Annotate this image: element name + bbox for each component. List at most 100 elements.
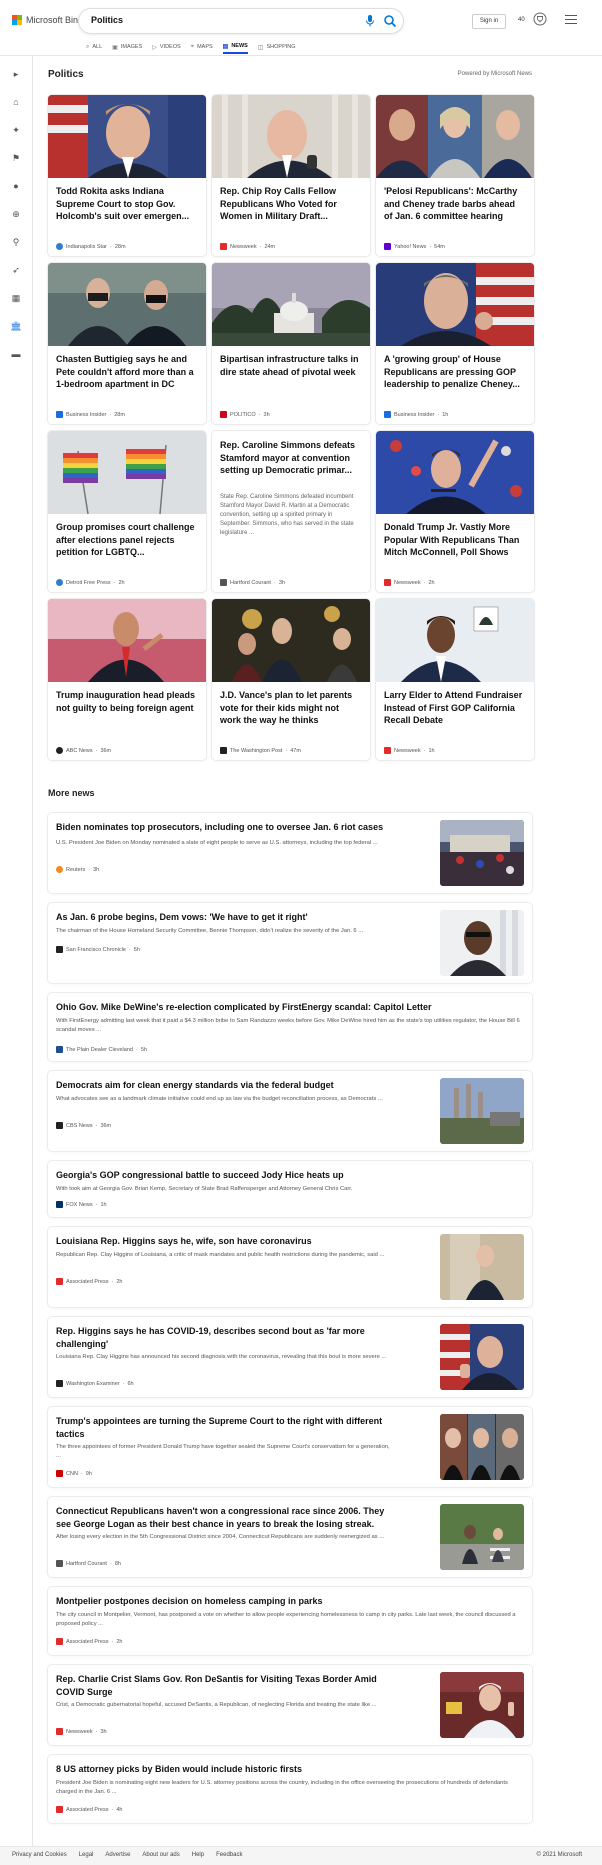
source-name[interactable]: San Francisco Chronicle <box>66 947 126 953</box>
news-list-item[interactable]: Connecticut Republicans haven't won a co… <box>48 1497 532 1577</box>
news-list-title[interactable]: Ohio Gov. Mike DeWine's re-election comp… <box>56 1001 522 1014</box>
news-list-title[interactable]: Biden nominates top prosecutors, includi… <box>56 821 396 834</box>
search-icon[interactable] <box>382 13 398 29</box>
money-icon[interactable]: ▬ <box>10 348 22 360</box>
news-card[interactable]: Bipartisan infrastructure talks in dire … <box>212 263 370 424</box>
footer-link-help[interactable]: Help <box>192 1852 204 1858</box>
news-card-title[interactable]: Group promises court challenge after ele… <box>56 521 198 559</box>
source-name[interactable]: Detroit Free Press <box>66 580 111 586</box>
source-name[interactable]: Associated Press <box>66 1639 109 1645</box>
rewards-points[interactable]: 40 <box>518 17 525 23</box>
news-card-title[interactable]: 'Pelosi Republicans': McCarthy and Chene… <box>384 185 526 223</box>
news-card[interactable]: Group promises court challenge after ele… <box>48 431 206 592</box>
news-list-title[interactable]: Louisiana Rep. Higgins says he, wife, so… <box>56 1235 396 1248</box>
source-name[interactable]: Newsweek <box>394 580 421 586</box>
news-card-title[interactable]: Bipartisan infrastructure talks in dire … <box>220 353 362 378</box>
globe-icon[interactable]: ⊕ <box>10 208 22 220</box>
news-card-title[interactable]: Trump inauguration head pleads not guilt… <box>56 689 198 714</box>
news-card-title[interactable]: Todd Rokita asks Indiana Supreme Court t… <box>56 185 198 223</box>
microphone-icon[interactable] <box>364 14 376 28</box>
news-list-title[interactable]: As Jan. 6 probe begins, Dem vows: 'We ha… <box>56 911 396 924</box>
hamburger-menu-icon[interactable] <box>565 15 577 25</box>
news-card[interactable]: Rep. Caroline Simmons defeats Stamford m… <box>212 431 370 592</box>
footer-link-privacy[interactable]: Privacy and Cookies <box>12 1852 67 1858</box>
news-card-title[interactable]: Rep. Chip Roy Calls Fellow Republicans W… <box>220 185 362 223</box>
source-name[interactable]: The Plain Dealer Cleveland <box>66 1047 133 1053</box>
news-list-title[interactable]: Trump's appointees are turning the Supre… <box>56 1415 396 1440</box>
news-card-title[interactable]: Chasten Buttigieg says he and Pete could… <box>56 353 198 391</box>
news-card[interactable]: Todd Rokita asks Indiana Supreme Court t… <box>48 95 206 256</box>
news-list-item[interactable]: Trump's appointees are turning the Supre… <box>48 1407 532 1487</box>
satellite-icon[interactable]: ✦ <box>10 124 22 136</box>
tab-maps[interactable]: ⌖ MAPS <box>191 40 213 54</box>
politics-icon[interactable]: 🏛 <box>10 320 22 332</box>
rocket-icon[interactable]: ➶ <box>10 264 22 276</box>
footer-link-legal[interactable]: Legal <box>79 1852 94 1858</box>
news-card-title[interactable]: Rep. Caroline Simmons defeats Stamford m… <box>220 439 362 477</box>
news-list-item[interactable]: Louisiana Rep. Higgins says he, wife, so… <box>48 1227 532 1307</box>
news-list-item[interactable]: Georgia's GOP congressional battle to su… <box>48 1161 532 1217</box>
footer-link-about-ads[interactable]: About our ads <box>142 1852 179 1858</box>
tab-images[interactable]: ▣ IMAGES <box>112 40 142 54</box>
source-name[interactable]: ABC News <box>66 748 93 754</box>
bing-logo[interactable]: Microsoft Bing <box>12 15 83 25</box>
microscope-icon[interactable]: ⚲ <box>10 236 22 248</box>
news-list-item[interactable]: As Jan. 6 probe begins, Dem vows: 'We ha… <box>48 903 532 983</box>
news-list-item[interactable]: Rep. Charlie Crist Slams Gov. Ron DeSant… <box>48 1665 532 1745</box>
news-list-title[interactable]: Rep. Charlie Crist Slams Gov. Ron DeSant… <box>56 1673 396 1698</box>
tab-videos[interactable]: ▷ VIDEOS <box>152 40 180 54</box>
source-name[interactable]: The Washington Post <box>230 748 282 754</box>
news-card[interactable]: J.D. Vance's plan to let parents vote fo… <box>212 599 370 760</box>
news-list-title[interactable]: 8 US attorney picks by Biden would inclu… <box>56 1763 522 1776</box>
source-name[interactable]: CNN <box>66 1471 78 1477</box>
news-card[interactable]: Larry Elder to Attend Fundraiser Instead… <box>376 599 534 760</box>
tab-news[interactable]: ▤ NEWS <box>222 40 248 54</box>
film-icon[interactable]: ▦ <box>10 292 22 304</box>
source-name[interactable]: Business Insider <box>66 412 106 418</box>
news-card[interactable]: Donald Trump Jr. Vastly More Popular Wit… <box>376 431 534 592</box>
news-card-title[interactable]: J.D. Vance's plan to let parents vote fo… <box>220 689 362 727</box>
map-pin-icon[interactable]: ● <box>10 180 22 192</box>
news-list-item[interactable]: Rep. Higgins says he has COVID-19, descr… <box>48 1317 532 1397</box>
source-name[interactable]: Associated Press <box>66 1279 109 1285</box>
news-card[interactable]: 'Pelosi Republicans': McCarthy and Chene… <box>376 95 534 256</box>
source-name[interactable]: Hartford Courant <box>66 1561 107 1567</box>
news-card-title[interactable]: Larry Elder to Attend Fundraiser Instead… <box>384 689 526 727</box>
news-card-title[interactable]: Donald Trump Jr. Vastly More Popular Wit… <box>384 521 526 559</box>
source-name[interactable]: Newsweek <box>394 748 421 754</box>
news-list-item[interactable]: 8 US attorney picks by Biden would inclu… <box>48 1755 532 1823</box>
news-card[interactable]: Rep. Chip Roy Calls Fellow Republicans W… <box>212 95 370 256</box>
flag-icon[interactable]: ⚑ <box>10 152 22 164</box>
source-name[interactable]: Newsweek <box>66 1729 93 1735</box>
tab-all[interactable]: ⌕ ALL <box>86 40 102 54</box>
source-name[interactable]: Reuters <box>66 867 85 873</box>
source-name[interactable]: Indianapolis Star <box>66 244 107 250</box>
source-name[interactable]: Hartford Courant <box>230 580 271 586</box>
news-list-item[interactable]: Montpelier postpones decision on homeles… <box>48 1587 532 1655</box>
news-list-item[interactable]: Ohio Gov. Mike DeWine's re-election comp… <box>48 993 532 1061</box>
search-input[interactable]: Politics <box>79 9 403 33</box>
news-list-title[interactable]: Rep. Higgins says he has COVID-19, descr… <box>56 1325 396 1350</box>
news-card[interactable]: Trump inauguration head pleads not guilt… <box>48 599 206 760</box>
search-query-text[interactable]: Politics <box>91 15 123 25</box>
news-list-item[interactable]: Biden nominates top prosecutors, includi… <box>48 813 532 893</box>
rewards-trophy-icon[interactable] <box>533 12 547 26</box>
source-name[interactable]: Yahoo! News <box>394 244 426 250</box>
home-icon[interactable]: ⌂ <box>10 96 22 108</box>
news-list-title[interactable]: Connecticut Republicans haven't won a co… <box>56 1505 396 1530</box>
news-list-title[interactable]: Montpelier postpones decision on homeles… <box>56 1595 522 1608</box>
source-name[interactable]: FOX News <box>66 1202 93 1208</box>
news-list-title[interactable]: Democrats aim for clean energy standards… <box>56 1079 396 1092</box>
source-name[interactable]: Washington Examiner <box>66 1381 120 1387</box>
sign-in-button[interactable]: Sign in <box>472 14 506 29</box>
source-name[interactable]: Business Insider <box>394 412 434 418</box>
news-list-title[interactable]: Georgia's GOP congressional battle to su… <box>56 1169 522 1182</box>
news-card-title[interactable]: A 'growing group' of House Republicans a… <box>384 353 526 391</box>
footer-link-feedback[interactable]: Feedback <box>216 1852 242 1858</box>
footer-link-advertise[interactable]: Advertise <box>105 1852 130 1858</box>
source-name[interactable]: Associated Press <box>66 1807 109 1813</box>
source-name[interactable]: Newsweek <box>230 244 257 250</box>
source-name[interactable]: POLITICO <box>230 412 256 418</box>
chevron-right-icon[interactable]: ▸ <box>10 68 22 80</box>
news-list-item[interactable]: Democrats aim for clean energy standards… <box>48 1071 532 1151</box>
